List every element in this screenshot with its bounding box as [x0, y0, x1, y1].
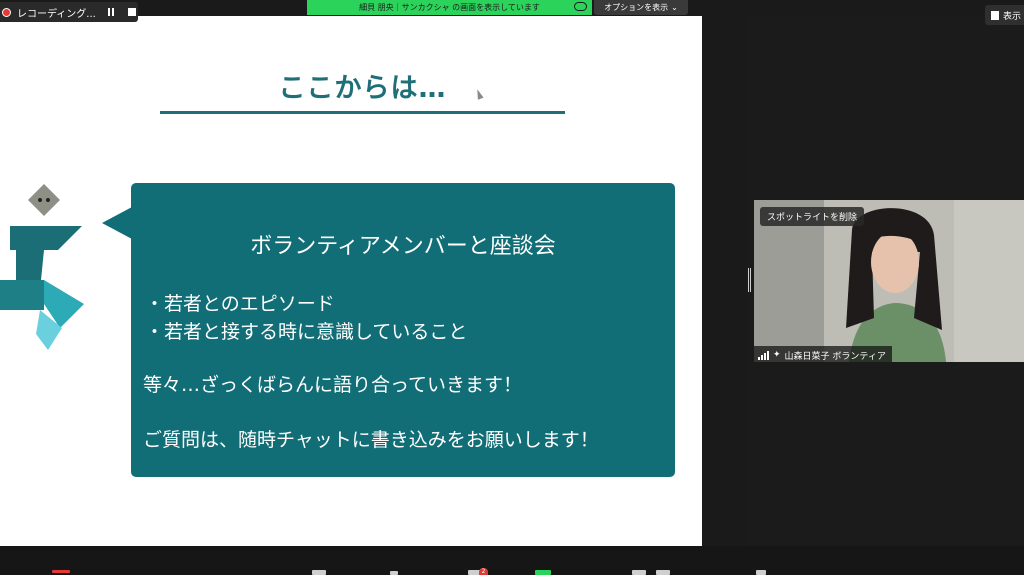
meeting-toolbar [0, 546, 1024, 575]
slide-title: ここからは… [278, 73, 447, 104]
participant-name: 山森日菜子 ボランティア [784, 351, 886, 362]
participant-video[interactable]: スポットライトを削除 ✦ 山森日菜子 ボランティア [754, 200, 1024, 362]
video-button[interactable] [312, 570, 326, 575]
view-icon [991, 10, 999, 20]
view-label: 表示 [1003, 11, 1022, 22]
connection-signal-icon [758, 350, 769, 360]
record-button[interactable] [632, 570, 646, 575]
recording-indicator: レコーディング... [0, 2, 138, 22]
apps-button[interactable] [756, 570, 766, 575]
bubble-text: ご質問は、随時チャットに書き込みをお願いします！ [143, 429, 599, 451]
screen-share-banner: 細貝 朋央｜サンカクシャ の画面を表示しています [307, 0, 592, 15]
shared-screen: ここからは… ボランティアメンバーと座談会 ・若者とのエピソード ・若者と接する… [0, 16, 702, 546]
chevron-down-icon: ⌄ [671, 3, 678, 12]
mute-button[interactable] [52, 570, 70, 573]
reactions-button[interactable] [656, 570, 670, 575]
bullet-item: ・若者とのエピソード [145, 293, 335, 315]
view-options-label: オプションを表示 [604, 3, 669, 12]
share-banner-text: 細貝 朋央｜サンカクシャ の画面を表示しています [359, 3, 540, 12]
slide-title-underline [160, 111, 565, 114]
bubble-text: 等々…ざっくばらんに語り合っていきます！ [143, 374, 523, 396]
view-options-button[interactable]: オプションを表示 ⌄ [594, 0, 688, 15]
cloud-icon [574, 2, 587, 11]
zoom-meeting-window: ここからは… ボランティアメンバーと座談会 ・若者とのエピソード ・若者と接する… [0, 0, 1024, 575]
speech-bubble-tail [102, 207, 132, 239]
security-button[interactable] [390, 571, 398, 575]
recording-label: レコーディング... [17, 8, 96, 20]
share-screen-button[interactable] [535, 570, 551, 575]
view-button[interactable]: 表示 [985, 5, 1024, 25]
bullet-item: ・若者と接する時に意識していること [145, 321, 468, 343]
chat-badge: 2 [479, 568, 488, 575]
speech-bubble: ボランティアメンバーと座談会 ・若者とのエピソード ・若者と接する時に意識してい… [131, 183, 675, 477]
running-figure-illustration [0, 184, 84, 350]
participant-name-label: ✦ 山森日菜子 ボランティア [754, 346, 892, 362]
record-dot-icon [2, 7, 11, 17]
pin-icon: ✦ [773, 350, 781, 360]
pause-recording-icon[interactable] [107, 8, 114, 16]
resize-handle[interactable] [748, 268, 751, 292]
bubble-heading: ボランティアメンバーと座談会 [250, 234, 556, 259]
remove-spotlight-button[interactable]: スポットライトを削除 [760, 207, 865, 226]
stop-recording-icon[interactable] [127, 8, 136, 16]
